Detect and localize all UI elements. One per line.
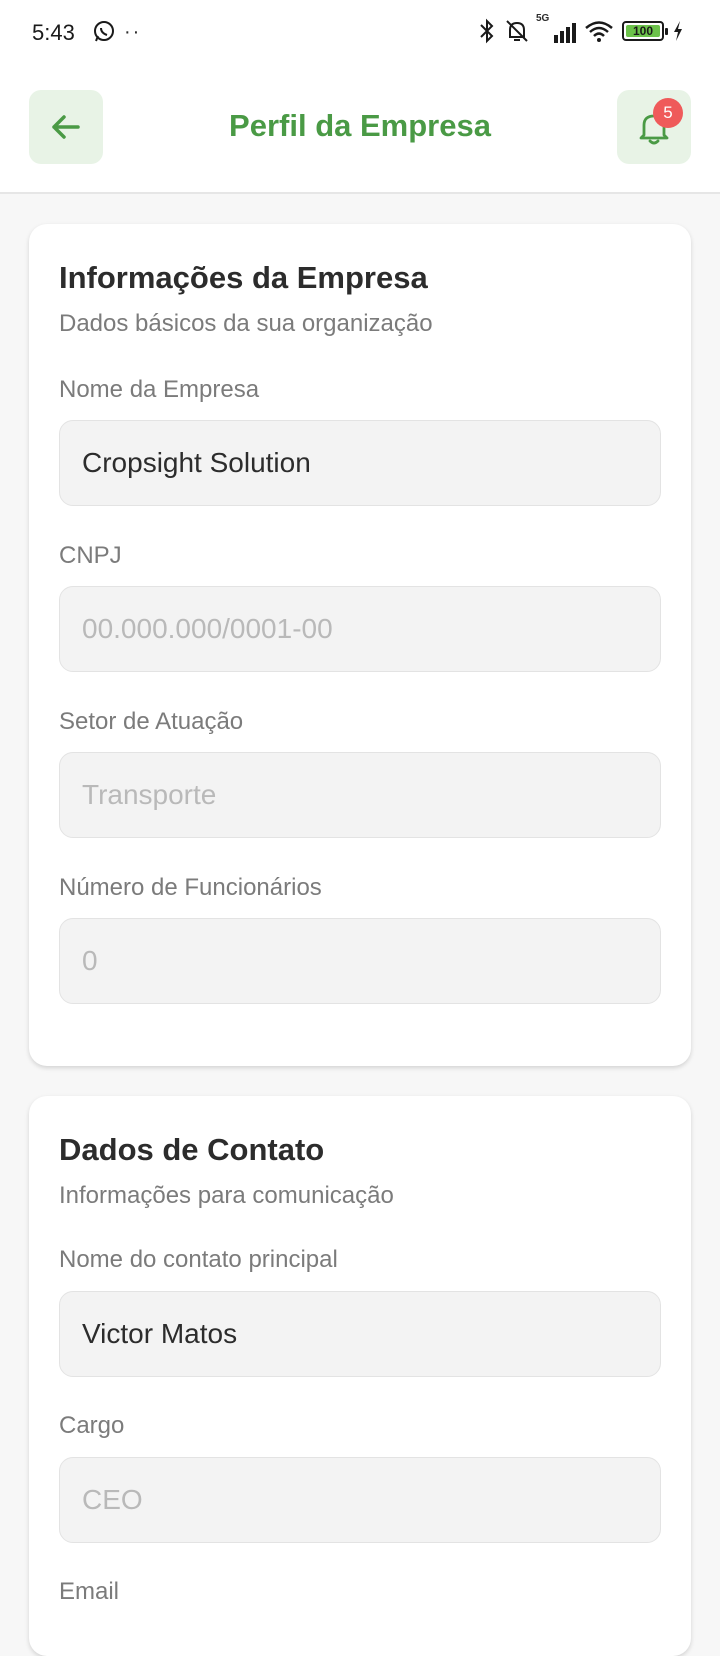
battery-icon: 100	[622, 21, 668, 41]
whatsapp-icon	[94, 21, 114, 42]
company-card-subtitle: Dados básicos da sua organização	[59, 310, 433, 337]
contact-card: Dados de Contato Informações para comuni…	[29, 1096, 691, 1656]
role-label: Cargo	[59, 1412, 125, 1439]
silent-bell-icon	[506, 20, 528, 42]
sector-input[interactable]: Transporte	[59, 752, 661, 838]
app-bar: Perfil da Empresa 5	[0, 68, 720, 194]
battery-level: 100	[632, 24, 654, 38]
company-name-label: Nome da Empresa	[59, 376, 260, 403]
page-title: Perfil da Empresa	[229, 108, 491, 143]
status-bar: 5:43 ·· 5G 100	[0, 0, 720, 68]
contact-card-subtitle: Informações para comunicação	[59, 1182, 394, 1209]
sector-label: Setor de Atuação	[59, 708, 244, 735]
email-label: Email	[59, 1578, 120, 1605]
signal-icon: 5G	[536, 13, 576, 43]
company-name-input[interactable]: Cropsight Solution	[59, 420, 661, 506]
status-time: 5:43	[32, 20, 75, 45]
notification-badge: 5	[653, 98, 683, 128]
employees-label: Número de Funcionários	[59, 874, 322, 901]
status-notification-icons: ··	[92, 20, 141, 44]
network-type: 5G	[536, 13, 550, 24]
contact-name-label: Nome do contato principal	[59, 1246, 338, 1273]
employees-input[interactable]: 0	[59, 918, 661, 1004]
bluetooth-icon	[480, 18, 494, 44]
cnpj-input[interactable]: 00.000.000/0001-00	[59, 586, 661, 672]
notifications-button[interactable]: 5	[617, 90, 691, 164]
wifi-icon	[585, 21, 613, 42]
company-info-card: Informações da Empresa Dados básicos da …	[29, 224, 691, 1066]
more-notifications-icon: ··	[124, 20, 142, 43]
cnpj-label: CNPJ	[59, 542, 122, 569]
role-input[interactable]: CEO	[59, 1457, 661, 1543]
contact-card-title: Dados de Contato	[59, 1132, 325, 1167]
charging-icon	[674, 21, 682, 41]
company-card-title: Informações da Empresa	[59, 260, 428, 295]
contact-name-input[interactable]: Victor Matos	[59, 1291, 661, 1377]
